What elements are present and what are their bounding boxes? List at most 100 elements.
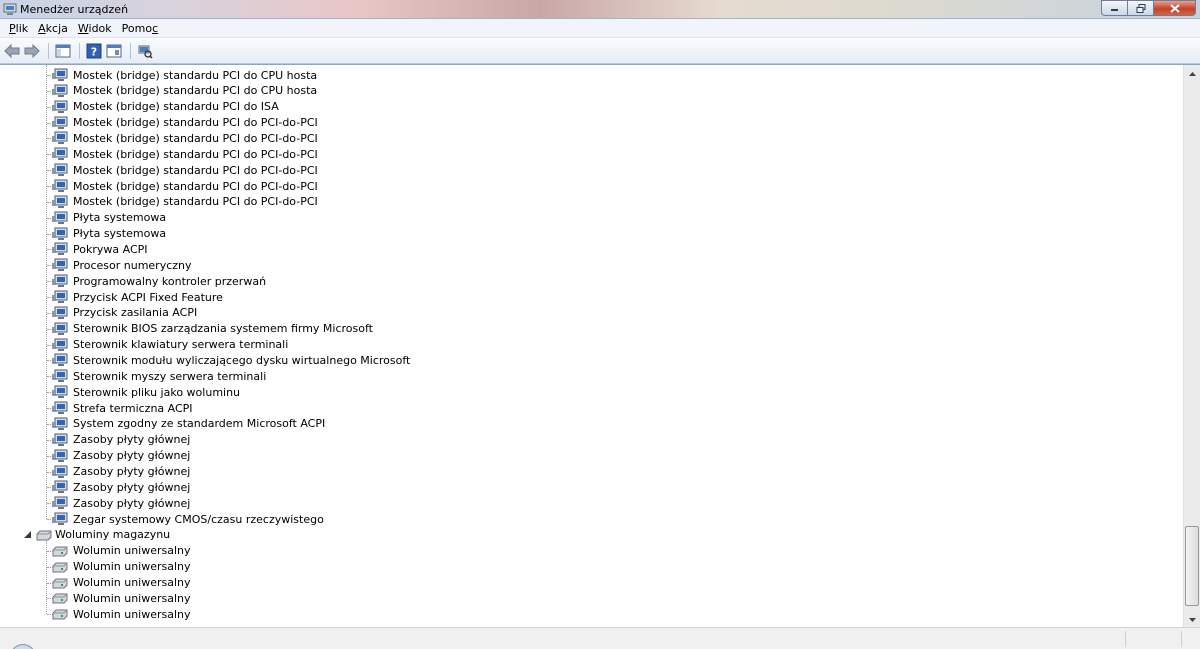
tree-item-system-device[interactable]: Procesor numeryczny [52, 257, 192, 273]
tree-item-label: Mostek (bridge) standardu PCI do ISA [73, 100, 279, 114]
tree-item-system-device[interactable]: Mostek (bridge) standardu PCI do PCI-do-… [52, 130, 318, 146]
tree-item-label: Wolumin uniwersalny [73, 560, 191, 574]
tree-item-system-device[interactable]: Strefa termiczna ACPI [52, 400, 193, 416]
tree-item-system-device[interactable]: Sterownik modułu wyliczającego dysku wir… [52, 352, 410, 368]
menu-akcja[interactable]: Akcja [33, 22, 73, 35]
tree-item-label: Strefa termiczna ACPI [73, 401, 193, 415]
system-device-icon [52, 433, 68, 446]
system-device-icon [52, 306, 68, 319]
tree-item-system-device[interactable]: Zasoby płyty głównej [52, 448, 190, 464]
tree-item-system-device[interactable]: Mostek (bridge) standardu PCI do PCI-do-… [52, 178, 318, 194]
tree-item-label: Zasoby płyty głównej [73, 433, 191, 447]
scroll-up-button[interactable] [1184, 65, 1200, 82]
tree-item-label: Mostek (bridge) standardu PCI do PCI-do-… [73, 131, 318, 145]
system-device-icon [52, 290, 68, 304]
show-hide-tree-button[interactable] [54, 42, 72, 60]
tree-item-label: Procesor numeryczny [73, 258, 192, 272]
menu-widok[interactable]: Widok [73, 22, 117, 35]
tree-item-system-device[interactable]: Mostek (bridge) standardu PCI do PCI-do-… [52, 162, 318, 178]
close-button[interactable] [1153, 0, 1196, 16]
tree-item-volume[interactable]: Wolumin uniwersalny [52, 559, 191, 575]
menu-pomoc[interactable]: Pomoc [117, 22, 163, 35]
volume-drive-icon [52, 593, 68, 604]
tree-item-system-device[interactable]: Programowalny kontroler przerwań [52, 273, 266, 289]
window-title: Menedżer urządzeń [20, 3, 129, 16]
tree-item-label: Mostek (bridge) standardu PCI do CPU hos… [73, 84, 318, 98]
tree-item-volume[interactable]: Wolumin uniwersalny [52, 575, 191, 591]
tree-item-system-device[interactable]: Płyta systemowa [52, 210, 166, 226]
system-device-icon [52, 274, 68, 288]
tree-item-system-device[interactable]: Zasoby płyty głównej [52, 464, 190, 480]
tree-item-system-device[interactable]: Zasoby płyty głównej [52, 432, 190, 448]
scroll-up-icon [1189, 71, 1196, 76]
tree-item-system-device[interactable]: Zegar systemowy CMOS/czasu rzeczywistego [52, 511, 324, 527]
system-device-icon [52, 227, 68, 240]
help-icon: ? [86, 43, 102, 58]
device-tree[interactable]: Mostek (bridge) standardu PCI do CPU hos… [0, 65, 1183, 628]
tree-item-system-device[interactable]: System zgodny ze standardem Microsoft AC… [52, 416, 325, 432]
show-hide-tree-icon [55, 44, 71, 57]
tree-item-label: Wolumin uniwersalny [73, 607, 191, 621]
tree-item-system-device[interactable]: Mostek (bridge) standardu PCI do CPU hos… [52, 67, 317, 83]
tree-item-system-device[interactable]: Mostek (bridge) standardu PCI do PCI-do-… [52, 146, 318, 162]
properties-button[interactable] [105, 42, 123, 60]
tree-item-label: Mostek (bridge) standardu PCI do PCI-do-… [73, 163, 318, 177]
system-device-icon [52, 242, 68, 256]
vertical-scrollbar[interactable] [1183, 65, 1200, 628]
scrollbar-thumb[interactable] [1185, 526, 1199, 606]
system-device-icon [52, 84, 68, 97]
system-device-icon [52, 465, 68, 478]
menu-plik[interactable]: Plik [4, 22, 33, 35]
minimize-button[interactable] [1101, 0, 1127, 16]
system-device-icon [52, 322, 68, 335]
tree-item-label: Płyta systemowa [73, 227, 167, 241]
tree-item-system-device[interactable]: Zasoby płyty głównej [52, 495, 190, 511]
forward-button[interactable] [23, 42, 41, 60]
maximize-button[interactable] [1127, 0, 1153, 16]
tree-item-system-device[interactable]: Przycisk zasilania ACPI [52, 305, 197, 321]
back-button[interactable] [3, 42, 21, 60]
tree-item-label: Zegar systemowy CMOS/czasu rzeczywistego [73, 512, 324, 526]
tree-item-volume[interactable]: Wolumin uniwersalny [52, 543, 191, 559]
tree-item-system-device[interactable]: Płyta systemowa [52, 226, 166, 242]
tree-item-system-device[interactable]: Sterownik BIOS zarządzania systemem firm… [52, 321, 373, 337]
expanded-arrow-icon[interactable] [24, 528, 31, 541]
tree-item-label: Zasoby płyty głównej [73, 449, 191, 463]
title-bar[interactable]: Menedżer urządzeń [0, 0, 1200, 19]
tree-item-system-device[interactable]: Mostek (bridge) standardu PCI do ISA [52, 99, 279, 115]
tree-item-system-device[interactable]: Pokrywa ACPI [52, 241, 148, 257]
toolbar: ? [0, 38, 1200, 64]
system-device-icon [52, 100, 68, 113]
tree-item-system-device[interactable]: Sterownik pliku jako woluminu [52, 384, 240, 400]
tree-item-system-device[interactable]: Sterownik myszy serwera terminali [52, 368, 266, 384]
tree-item-volume[interactable]: Wolumin uniwersalny [52, 606, 191, 622]
tree-item-label: Przycisk ACPI Fixed Feature [73, 290, 223, 304]
tree-item-label: Pokrywa ACPI [73, 242, 148, 256]
minimize-icon [1111, 9, 1118, 11]
device-tree-panel: Mostek (bridge) standardu PCI do CPU hos… [0, 64, 1200, 628]
device-manager-icon [3, 3, 17, 15]
system-device-icon [52, 147, 68, 161]
help-button[interactable]: ? [85, 42, 103, 60]
tree-item-label: Zasoby płyty głównej [73, 496, 191, 510]
tree-item-label: Wolumin uniwersalny [73, 576, 191, 590]
tree-item-system-device[interactable]: Zasoby płyty głównej [52, 479, 190, 495]
tree-item-label: Wolumin uniwersalny [73, 544, 191, 558]
volume-drive-icon [52, 562, 68, 573]
tree-item-system-device[interactable]: Mostek (bridge) standardu PCI do CPU hos… [52, 83, 317, 99]
storage-volumes-icon [36, 530, 52, 541]
scroll-down-button[interactable] [1184, 611, 1200, 628]
tree-item-label: Zasoby płyty głównej [73, 480, 191, 494]
tree-item-system-device[interactable]: Przycisk ACPI Fixed Feature [52, 289, 223, 305]
tree-item-system-device[interactable]: Mostek (bridge) standardu PCI do PCI-do-… [52, 194, 318, 210]
tree-connector-line [46, 540, 47, 615]
system-device-icon [52, 417, 68, 430]
system-device-icon [52, 496, 68, 510]
toolbar-separator [79, 42, 80, 59]
tree-item-volume[interactable]: Wolumin uniwersalny [52, 590, 191, 606]
scan-hardware-button[interactable] [136, 42, 154, 60]
tree-item-system-device[interactable]: Sterownik klawiatury serwera terminali [52, 337, 288, 353]
system-device-icon [52, 116, 68, 129]
tree-item-system-device[interactable]: Mostek (bridge) standardu PCI do PCI-do-… [52, 115, 318, 131]
tree-item-label: Sterownik myszy serwera terminali [73, 369, 267, 383]
